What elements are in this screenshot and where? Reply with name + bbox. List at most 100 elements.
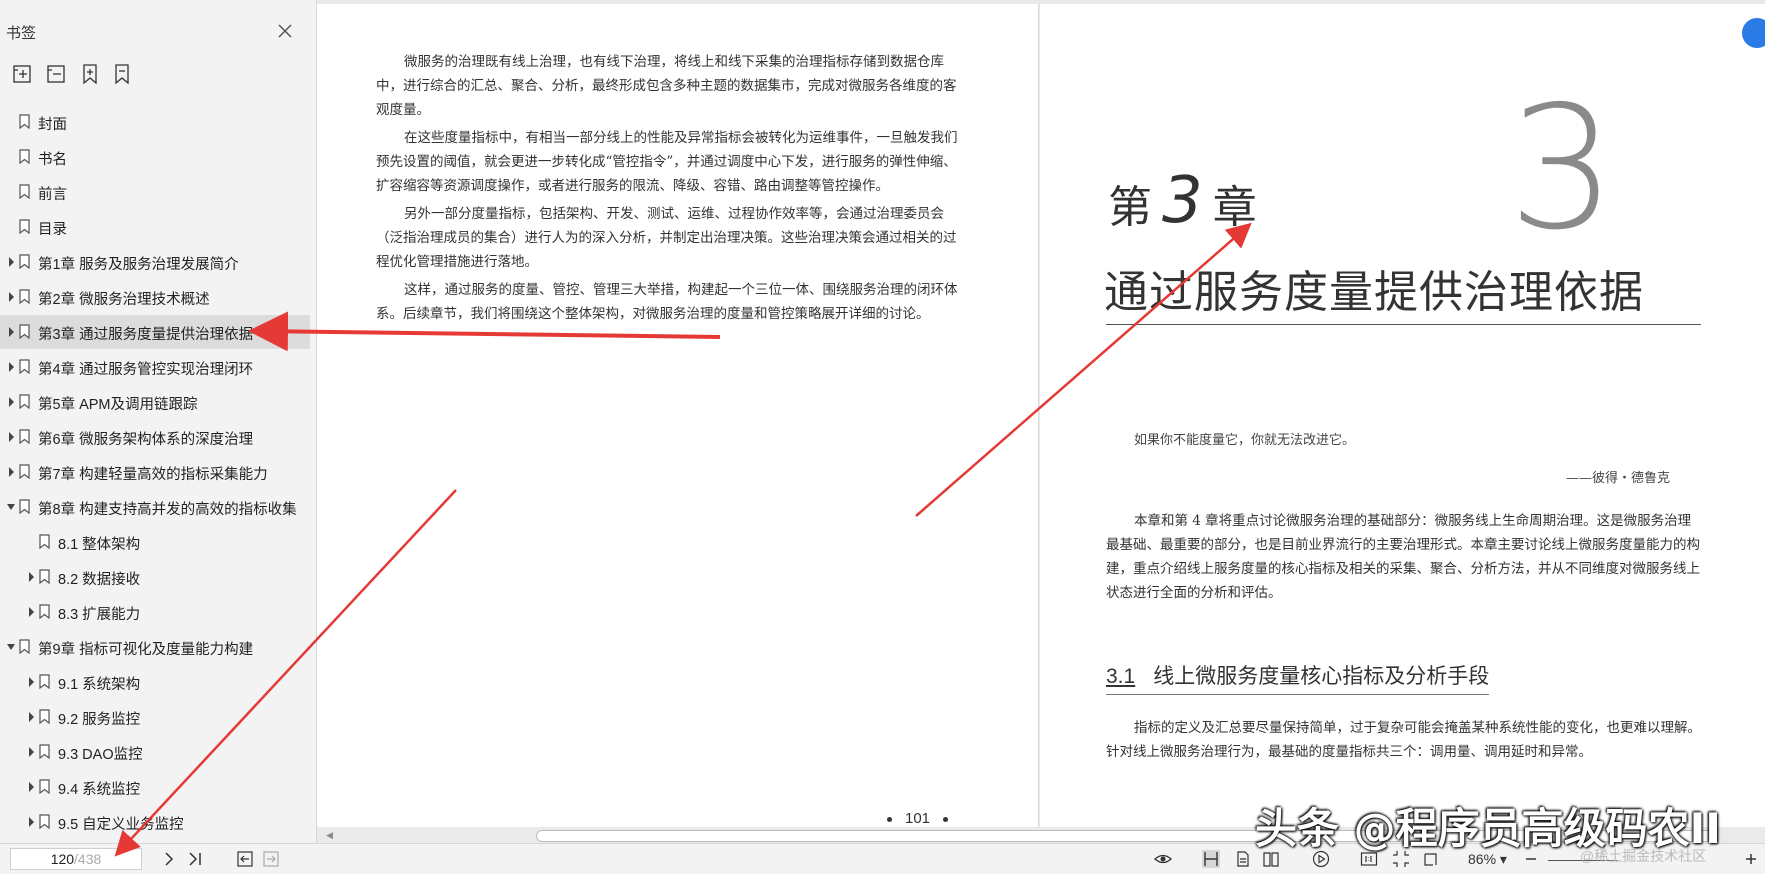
bookmark-item[interactable]: 第8章 构建支持高并发的高效的指标收集 — [0, 490, 310, 524]
zoom-in-icon[interactable] — [1742, 850, 1760, 868]
bookmark-item-label: 8.1 整体架构 — [58, 537, 141, 553]
document-view[interactable]: 微服务的治理既有线上治理，也有线下治理，将线上和线下采集的治理指标存储到数据仓库… — [317, 0, 1765, 843]
caret-right-icon[interactable] — [26, 711, 36, 723]
bookmark-item[interactable]: 第9章 指标可视化及度量能力构建 — [0, 630, 310, 664]
bookmark-item-icon — [19, 324, 30, 339]
eye-icon[interactable] — [1154, 850, 1172, 868]
bookmark-item-label: 第2章 微服务治理技术概述 — [38, 292, 210, 308]
caret-right-icon[interactable] — [6, 291, 16, 303]
caret-right-icon[interactable] — [6, 431, 16, 443]
caret-right-icon[interactable] — [26, 676, 36, 688]
bookmark-item-icon — [39, 569, 50, 584]
chapter-title: 通过服务度量提供治理依据 — [1104, 267, 1644, 318]
epigraph-author: ——彼得・德鲁克 — [1565, 471, 1670, 486]
bookmark-item[interactable]: 9.1 系统架构 — [0, 665, 310, 699]
bookmark-item-label: 第4章 通过服务管控实现治理闭环 — [38, 362, 254, 378]
bookmark-item[interactable]: 第3章 通过服务度量提供治理依据 — [0, 315, 310, 349]
bookmark-item-label: 8.3 扩展能力 — [58, 607, 141, 623]
page-number-input[interactable]: 120/438 — [10, 848, 142, 870]
bookmark-item-label: 目录 — [38, 222, 67, 238]
last-page-icon[interactable] — [186, 850, 204, 868]
single-page-icon[interactable] — [1202, 850, 1220, 868]
bookmark-item-label: 第1章 服务及服务治理发展简介 — [38, 257, 239, 273]
bookmark-item[interactable]: 8.1 整体架构 — [0, 525, 310, 559]
bookmark-item[interactable]: 第5章 APM及调用链跟踪 — [0, 385, 310, 419]
bookmark-item-icon — [19, 289, 30, 304]
collapse-all-icon[interactable] — [44, 62, 68, 86]
bookmark-item-icon — [19, 464, 30, 479]
expand-all-icon[interactable] — [10, 62, 34, 86]
bookmark-item[interactable]: 第4章 通过服务管控实现治理闭环 — [0, 350, 310, 384]
bookmark-panel: 书签 封面 书名 前言 目录 第1章 服务及服务治理发展简介 第2章 微服务治理技术概述第… — [0, 0, 317, 843]
bookmark-item[interactable]: 9.2 服务监控 — [0, 700, 310, 734]
bookmark-item-icon — [19, 219, 30, 234]
bookmark-item-icon — [19, 114, 30, 129]
bookmark-item-icon — [19, 429, 30, 444]
bookmark-item-label: 第6章 微服务架构体系的深度治理 — [38, 432, 254, 448]
caret-right-icon[interactable] — [26, 746, 36, 758]
bookmark-item[interactable]: 9.4 系统监控 — [0, 770, 310, 804]
page-101: 微服务的治理既有线上治理，也有线下治理，将线上和线下采集的治理指标存储到数据仓库… — [317, 4, 1039, 827]
bookmark-item[interactable]: 9.5 自定义业务监控 — [0, 805, 310, 839]
bookmark-item[interactable]: 第1章 服务及服务治理发展简介 — [0, 245, 310, 279]
bookmark-panel-title: 书签 — [6, 25, 37, 42]
continuous-page-icon[interactable] — [1234, 850, 1252, 868]
bookmark-item-label: 第9章 指标可视化及度量能力构建 — [38, 642, 254, 658]
page-number: 101 — [874, 810, 961, 827]
caret-right-icon[interactable] — [26, 606, 36, 618]
bookmark-item[interactable]: 第7章 构建轻量高效的指标采集能力 — [0, 455, 310, 489]
bookmark-item-icon — [19, 359, 30, 374]
current-page: 120 — [50, 851, 75, 867]
paragraph: 这样，通过服务的度量、管控、管理三大举措，构建起一个三位一体、围绕服务治理的闭环… — [376, 282, 958, 322]
bookmark-item[interactable]: 8.3 扩展能力 — [0, 595, 310, 629]
section-number: 3.1 — [1106, 665, 1136, 688]
next-page-icon[interactable] — [160, 850, 178, 868]
bookmark-item[interactable]: 8.2 数据接收 — [0, 560, 310, 594]
scroll-left-icon[interactable]: ◀ — [326, 830, 333, 841]
bookmark-item-label: 前言 — [38, 187, 67, 203]
caret-right-icon[interactable] — [26, 571, 36, 583]
close-icon[interactable] — [274, 20, 296, 42]
chapter-big-number: 3 — [1508, 70, 1617, 268]
chapter-label: 第3章 — [1108, 164, 1257, 238]
bookmark-item[interactable]: 书名 — [0, 140, 310, 174]
caret-right-icon[interactable] — [6, 396, 16, 408]
go-forward-icon[interactable] — [262, 850, 280, 868]
paragraph: 指标的定义及汇总要尽量保持简单，过于复杂可能会掩盖某种系统性能的变化，也更难以理… — [1106, 720, 1701, 760]
caret-right-icon[interactable] — [6, 256, 16, 268]
caret-right-icon[interactable] — [26, 781, 36, 793]
bookmark-item[interactable]: 9.3 DAO监控 — [0, 735, 310, 769]
bookmark-panel-header: 书签 — [0, 0, 316, 64]
bookmark-item[interactable]: 目录 — [0, 210, 310, 244]
add-bookmark-icon[interactable] — [78, 62, 102, 86]
total-pages: /438 — [74, 851, 102, 867]
bookmark-item-icon — [19, 254, 30, 269]
bookmark-item-label: 第3章 通过服务度量提供治理依据 — [38, 327, 254, 343]
bookmark-item-label: 第5章 APM及调用链跟踪 — [38, 397, 198, 413]
paragraph: 微服务的治理既有线上治理，也有线下治理，将线上和线下采集的治理指标存储到数据仓库… — [376, 54, 957, 118]
go-back-icon[interactable] — [236, 850, 254, 868]
caret-right-icon[interactable] — [6, 466, 16, 478]
assistant-badge-icon[interactable] — [1742, 18, 1765, 48]
epigraph-quote: 如果你不能度量它，你就无法改进它。 — [1134, 433, 1356, 448]
bookmark-item[interactable]: 第2章 微服务治理技术概述 — [0, 280, 310, 314]
caret-down-icon[interactable] — [6, 501, 16, 513]
bookmark-item[interactable]: 第6章 微服务架构体系的深度治理 — [0, 420, 310, 454]
bookmark-item[interactable]: 前言 — [0, 175, 310, 209]
chapter-number: 3 — [1162, 164, 1203, 238]
bookmark-item-label: 第8章 构建支持高并发的高效的指标收集 — [38, 502, 297, 518]
paragraph: 本章和第 4 章将重点讨论微服务治理的基础部分：微服务线上生命周期治理。这是微服… — [1106, 513, 1700, 601]
caret-right-icon[interactable] — [6, 326, 16, 338]
bookmark-item-icon — [19, 639, 30, 654]
dot-icon — [943, 816, 949, 822]
bookmark-icon[interactable] — [110, 62, 134, 86]
bookmark-item-label: 封面 — [38, 117, 67, 133]
paragraph: 在这些度量指标中，有相当一部分线上的性能及异常指标会被转化为运维事件，一旦触发我… — [376, 130, 958, 194]
caret-down-icon[interactable] — [6, 641, 16, 653]
page-number-text: 101 — [905, 810, 931, 827]
chapter-intro: 本章和第 4 章将重点讨论微服务治理的基础部分：微服务线上生命周期治理。这是微服… — [1106, 509, 1702, 609]
caret-right-icon[interactable] — [26, 816, 36, 828]
caret-right-icon[interactable] — [6, 361, 16, 373]
bookmark-item[interactable]: 封面 — [0, 105, 310, 139]
bookmark-item-label: 9.2 服务监控 — [58, 712, 141, 728]
